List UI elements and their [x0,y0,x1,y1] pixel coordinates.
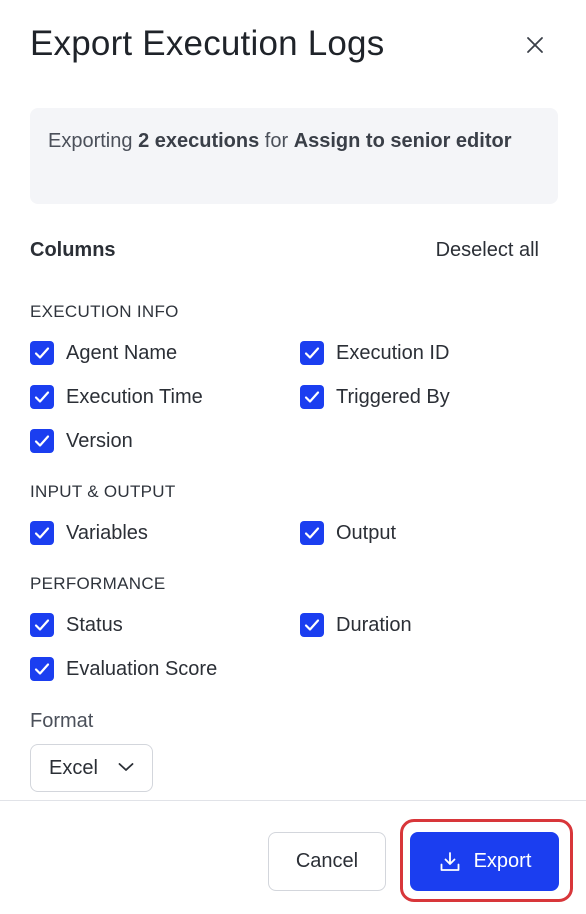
checkbox-checked-icon [30,521,54,545]
format-select[interactable]: Excel [30,744,153,792]
close-button[interactable] [520,30,550,60]
export-dialog: Export Execution Logs Exporting 2 execut… [0,0,586,914]
format-selected-value: Excel [49,756,98,779]
summary-middle: for [259,130,294,152]
cancel-button-label: Cancel [295,850,359,872]
checkbox-output[interactable]: Output [300,520,396,546]
checkbox-label: Agent Name [66,341,178,364]
checkbox-checked-icon [30,613,54,637]
chevron-down-icon [118,763,134,771]
checkbox-agent-name[interactable]: Agent Name [30,340,177,366]
close-icon [527,37,543,53]
checkbox-checked-icon [300,341,324,365]
checkbox-label: Output [336,521,397,544]
cancel-button[interactable]: Cancel [268,832,386,891]
checkbox-checked-icon [300,385,324,409]
checkbox-label: Evaluation Score [66,657,218,680]
checkbox-label: Version [66,429,133,452]
checkbox-execution-id[interactable]: Execution ID [300,340,449,366]
checkbox-evaluation-score[interactable]: Evaluation Score [30,656,217,682]
checkbox-label: Duration [336,613,412,636]
checkbox-status[interactable]: Status [30,612,123,638]
target-agent-name: Assign to senior editor [293,130,512,152]
checkbox-triggered-by[interactable]: Triggered By [300,384,450,410]
checkbox-checked-icon [30,341,54,365]
download-icon [440,851,459,871]
checkbox-execution-time[interactable]: Execution Time [30,384,203,410]
footer-divider [0,800,586,801]
section-title-performance: PERFORMANCE [30,574,166,593]
checkbox-label: Variables [66,521,148,544]
columns-heading: Columns [30,239,116,261]
checkbox-variables[interactable]: Variables [30,520,148,546]
checkbox-checked-icon [30,657,54,681]
export-summary: Exporting 2 executions for Assign to sen… [30,108,558,204]
section-title-input-output: INPUT & OUTPUT [30,482,176,501]
checkbox-label: Execution ID [336,341,450,364]
checkbox-duration[interactable]: Duration [300,612,412,638]
summary-prefix: Exporting [48,130,139,152]
checkbox-label: Execution Time [66,385,203,408]
export-button-label: Export [473,850,532,872]
execution-count: 2 executions [138,130,260,152]
checkbox-checked-icon [30,429,54,453]
checkbox-checked-icon [30,385,54,409]
checkbox-version[interactable]: Version [30,428,133,454]
format-label: Format [30,710,94,732]
dialog-title: Export Execution Logs [30,24,385,63]
checkbox-label: Status [66,613,123,636]
checkbox-label: Triggered By [336,385,450,408]
section-title-execution-info: EXECUTION INFO [30,302,179,321]
deselect-all-button[interactable]: Deselect all [436,239,539,262]
export-button[interactable]: Export [410,832,559,891]
checkbox-checked-icon [300,521,324,545]
checkbox-checked-icon [300,613,324,637]
